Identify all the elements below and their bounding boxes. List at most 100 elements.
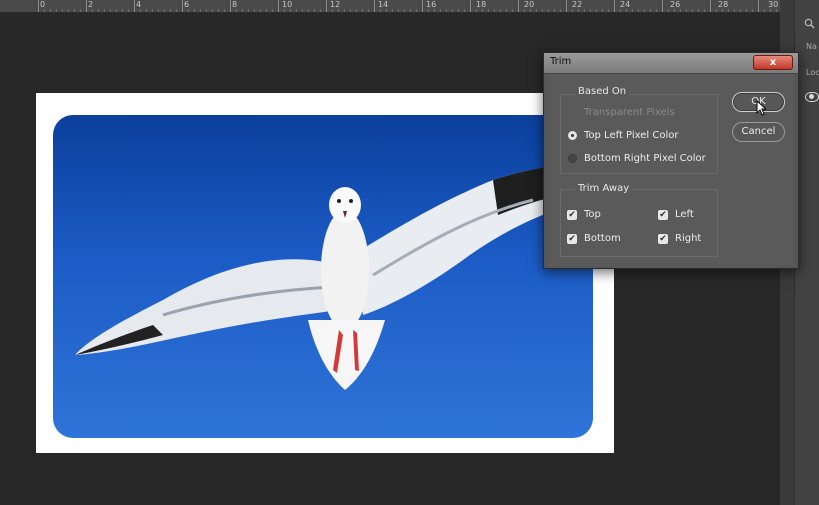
ruler-minor-tick	[554, 9, 555, 12]
ruler-minor-tick	[314, 9, 315, 12]
ruler-major-tick	[758, 0, 759, 12]
ruler-minor-tick	[692, 9, 693, 12]
ruler-minor-tick	[680, 9, 681, 12]
ruler-minor-tick	[80, 9, 81, 12]
ruler-major-tick	[662, 0, 663, 12]
ruler-minor-tick	[440, 9, 441, 12]
ruler-minor-tick	[392, 9, 393, 12]
ruler-minor-tick	[764, 9, 765, 12]
ruler-minor-tick	[320, 9, 321, 12]
trim-left-label[interactable]: Left	[675, 209, 694, 220]
ruler-minor-tick	[146, 9, 147, 12]
ruler-major-tick	[134, 0, 135, 12]
ruler-major-tick	[374, 0, 375, 12]
ruler-minor-tick	[92, 9, 93, 12]
option-transparent-pixels: Transparent Pixels	[584, 107, 675, 118]
trim-top-label[interactable]: Top	[584, 209, 601, 220]
ruler-major-tick	[182, 0, 183, 12]
ruler-major-tick	[422, 0, 423, 12]
ruler-minor-tick	[302, 9, 303, 12]
ruler-minor-tick	[668, 9, 669, 12]
ruler-minor-tick	[116, 9, 117, 12]
ruler-minor-tick	[626, 9, 627, 12]
ruler-minor-tick	[122, 9, 123, 12]
ruler-minor-tick	[386, 9, 387, 12]
cancel-button[interactable]: Cancel	[732, 122, 785, 142]
option-top-left-pixel-color[interactable]: Top Left Pixel Color	[584, 130, 678, 141]
ruler-minor-tick	[200, 9, 201, 12]
ruler-minor-tick	[602, 9, 603, 12]
ruler-minor-tick	[350, 9, 351, 12]
ruler-major-tick	[230, 0, 231, 12]
ruler-major-tick	[326, 0, 327, 12]
search-icon[interactable]	[804, 18, 816, 30]
ruler-minor-tick	[458, 9, 459, 12]
dialog-titlebar[interactable]: Trim x	[544, 53, 798, 74]
checkbox-left[interactable]: ✔	[658, 210, 668, 220]
ruler-minor-tick	[752, 9, 753, 12]
ruler-minor-tick	[434, 9, 435, 12]
ruler-minor-tick	[446, 9, 447, 12]
option-bottom-right-pixel-color[interactable]: Bottom Right Pixel Color	[584, 153, 706, 164]
ruler-minor-tick	[206, 9, 207, 12]
ruler-minor-tick	[128, 9, 129, 12]
close-icon: x	[769, 57, 777, 68]
ruler-minor-tick	[428, 9, 429, 12]
ruler-minor-tick	[590, 9, 591, 12]
mouse-cursor-icon	[756, 100, 766, 116]
visibility-eye-icon[interactable]	[805, 92, 819, 102]
ruler-minor-tick	[158, 9, 159, 12]
based-on-label: Based On	[575, 86, 630, 97]
ruler-minor-tick	[638, 9, 639, 12]
horizontal-ruler[interactable]: 0 2 4 6 8 10 12 14 16 18 20 22 24 26 28 …	[0, 0, 790, 13]
ruler-minor-tick	[734, 9, 735, 12]
ruler-minor-tick	[236, 9, 237, 12]
ruler-minor-tick	[596, 9, 597, 12]
ruler-minor-tick	[50, 9, 51, 12]
ruler-minor-tick	[74, 9, 75, 12]
ruler-major-tick	[566, 0, 567, 12]
checkbox-right[interactable]: ✔	[658, 234, 668, 244]
ruler-minor-tick	[512, 9, 513, 12]
trim-right-label[interactable]: Right	[675, 233, 701, 244]
checkbox-bottom[interactable]: ✔	[567, 234, 577, 244]
checkbox-top[interactable]: ✔	[567, 210, 577, 220]
radio-bottom-right-pixel-color[interactable]	[568, 154, 577, 163]
panel-label: Lock	[806, 68, 819, 77]
ruler-minor-tick	[170, 9, 171, 12]
ruler-major-tick	[518, 0, 519, 12]
ruler-minor-tick	[608, 9, 609, 12]
ruler-minor-tick	[242, 9, 243, 12]
ruler-minor-tick	[488, 9, 489, 12]
ruler-minor-tick	[644, 9, 645, 12]
ruler-minor-tick	[44, 9, 45, 12]
ruler-minor-tick	[380, 9, 381, 12]
ruler-minor-tick	[482, 9, 483, 12]
panel-label: Na	[806, 42, 817, 51]
close-button[interactable]: x	[753, 55, 793, 70]
ruler-minor-tick	[650, 9, 651, 12]
ruler-minor-tick	[98, 9, 99, 12]
trim-away-group	[560, 189, 718, 257]
ruler-minor-tick	[152, 9, 153, 12]
trim-bottom-label[interactable]: Bottom	[584, 233, 621, 244]
ruler-minor-tick	[632, 9, 633, 12]
ruler-minor-tick	[344, 9, 345, 12]
ruler-minor-tick	[176, 9, 177, 12]
ruler-minor-tick	[728, 9, 729, 12]
ruler-minor-tick	[506, 9, 507, 12]
dialog-title: Trim	[550, 56, 572, 67]
ruler-minor-tick	[218, 9, 219, 12]
ruler-minor-tick	[584, 9, 585, 12]
ruler-minor-tick	[410, 9, 411, 12]
ruler-minor-tick	[248, 9, 249, 12]
ruler-minor-tick	[368, 9, 369, 12]
ruler-major-tick	[470, 0, 471, 12]
ruler-minor-tick	[332, 9, 333, 12]
ruler-minor-tick	[212, 9, 213, 12]
ruler-minor-tick	[452, 9, 453, 12]
ruler-minor-tick	[704, 9, 705, 12]
ruler-minor-tick	[296, 9, 297, 12]
radio-top-left-pixel-color[interactable]	[568, 131, 577, 140]
ruler-minor-tick	[686, 9, 687, 12]
